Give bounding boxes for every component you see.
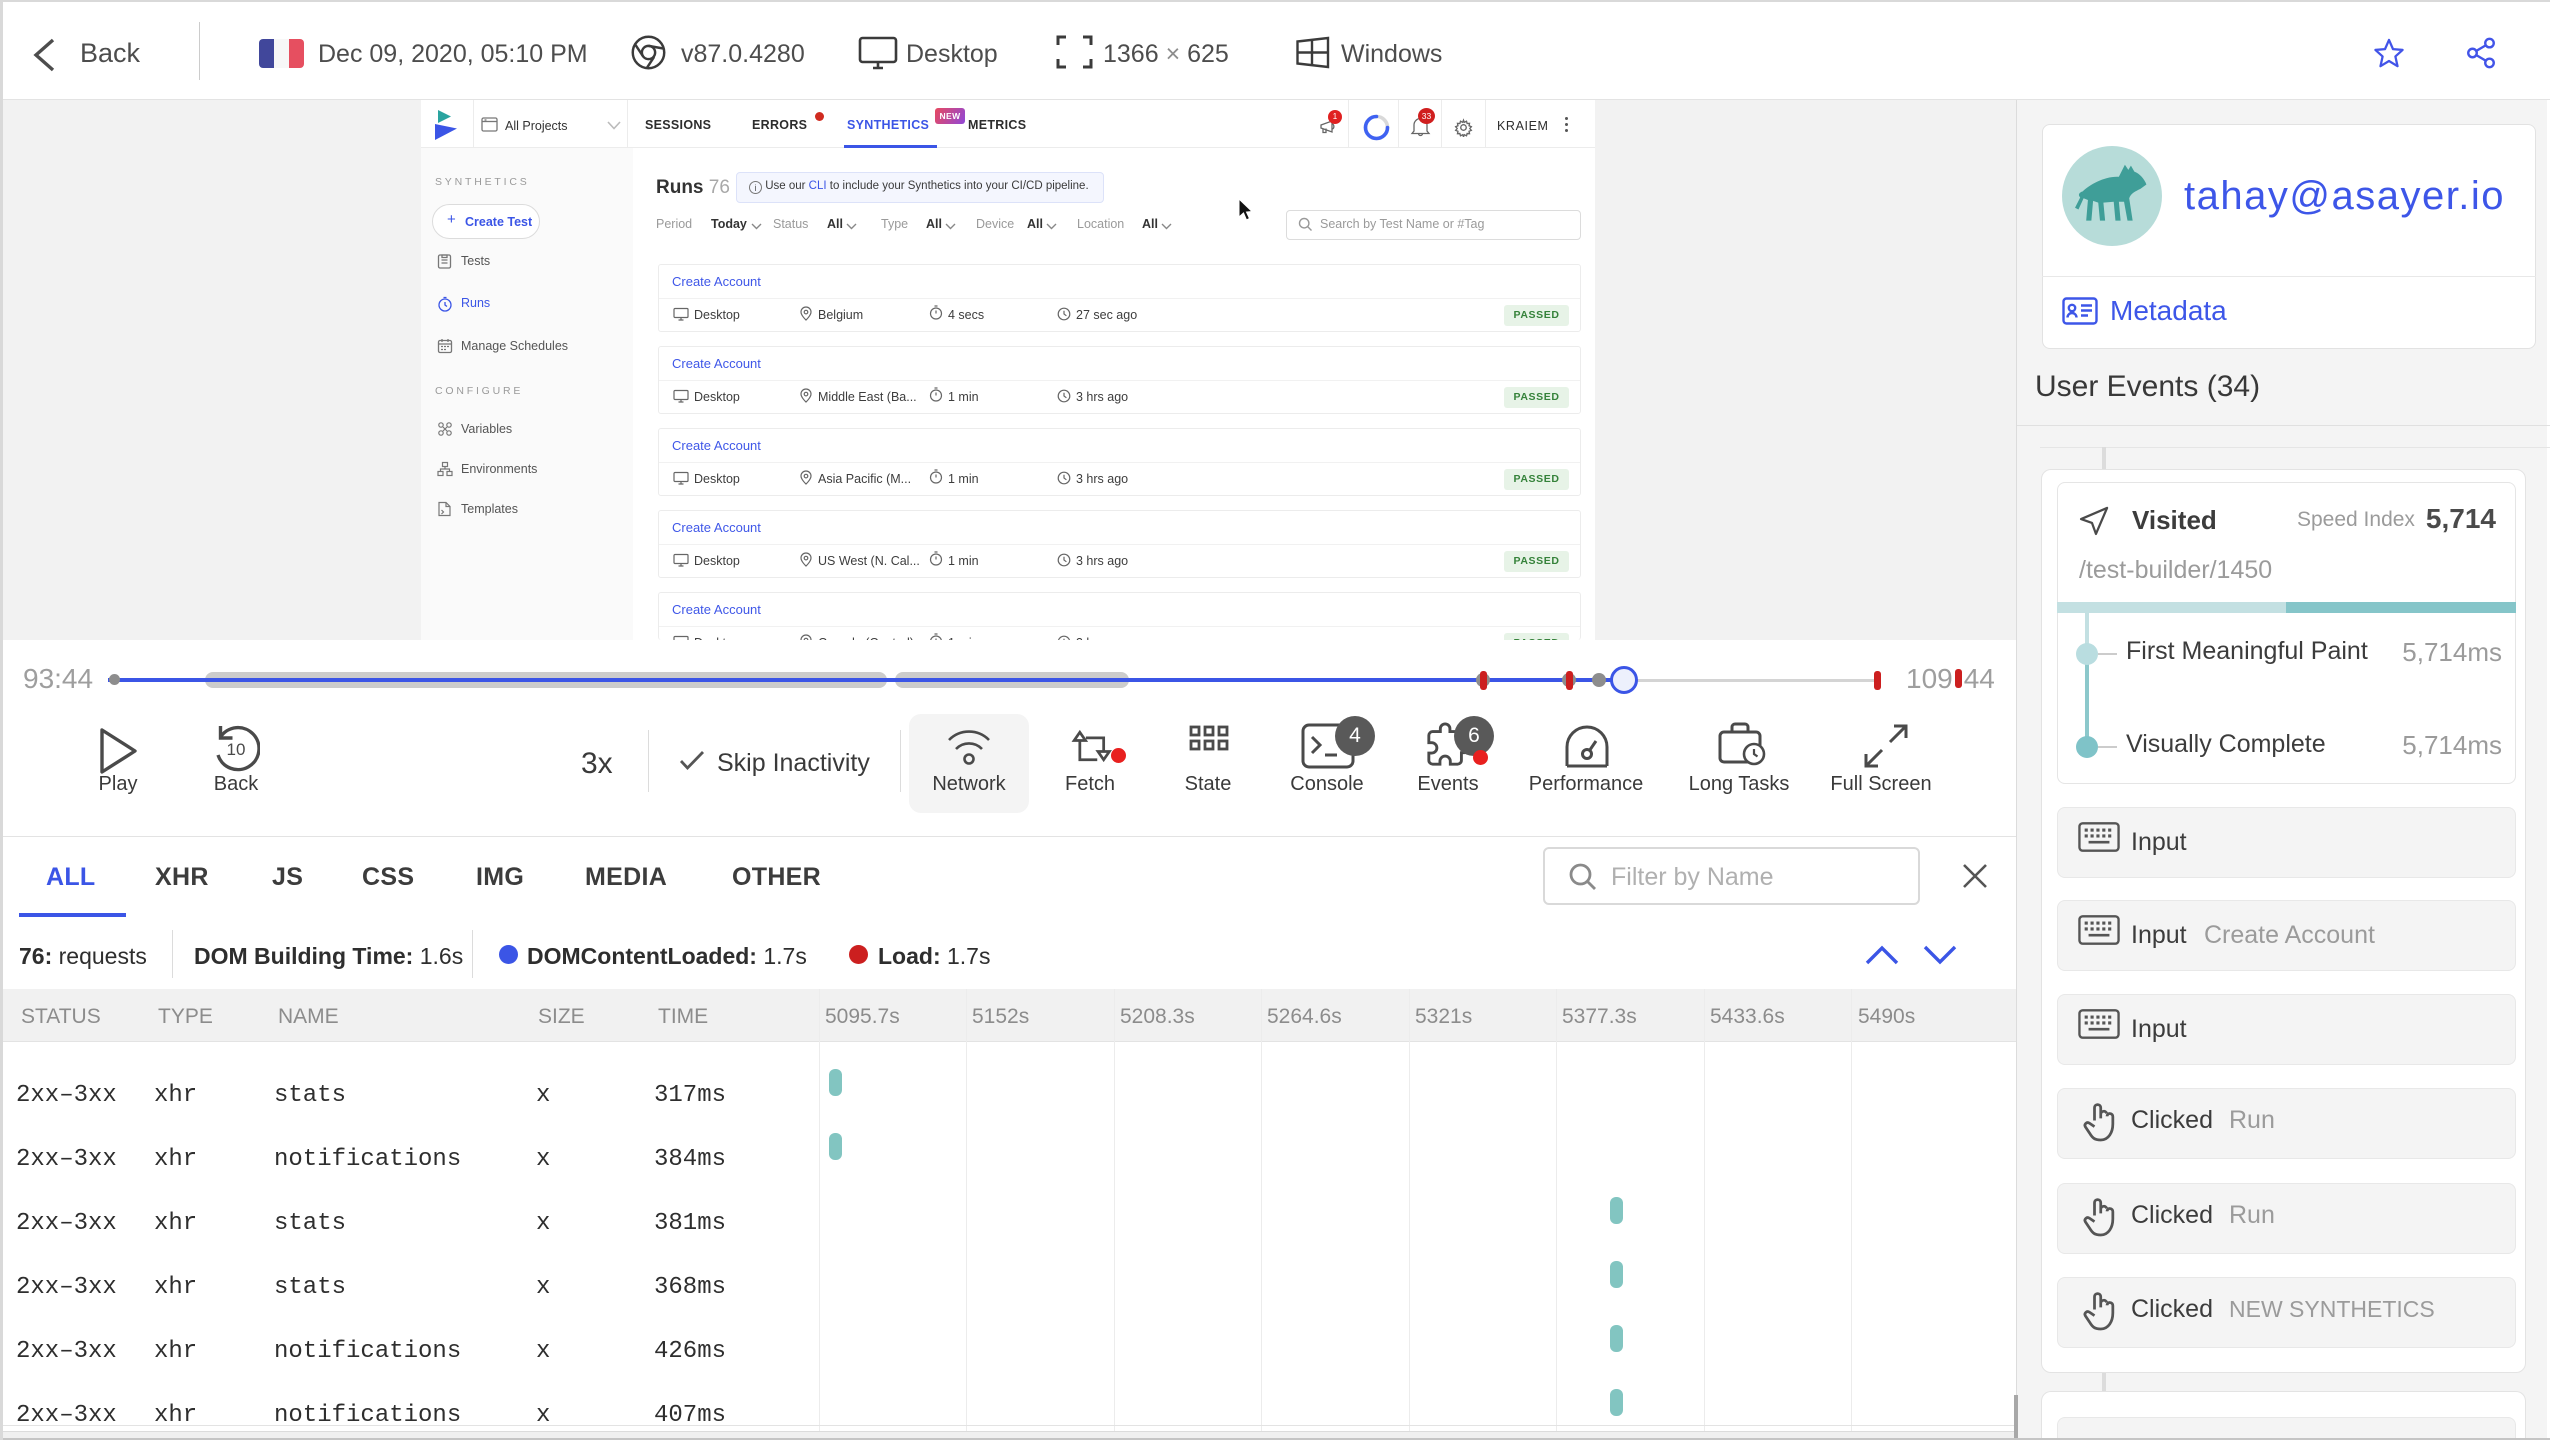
svg-text:10: 10 bbox=[227, 740, 246, 759]
